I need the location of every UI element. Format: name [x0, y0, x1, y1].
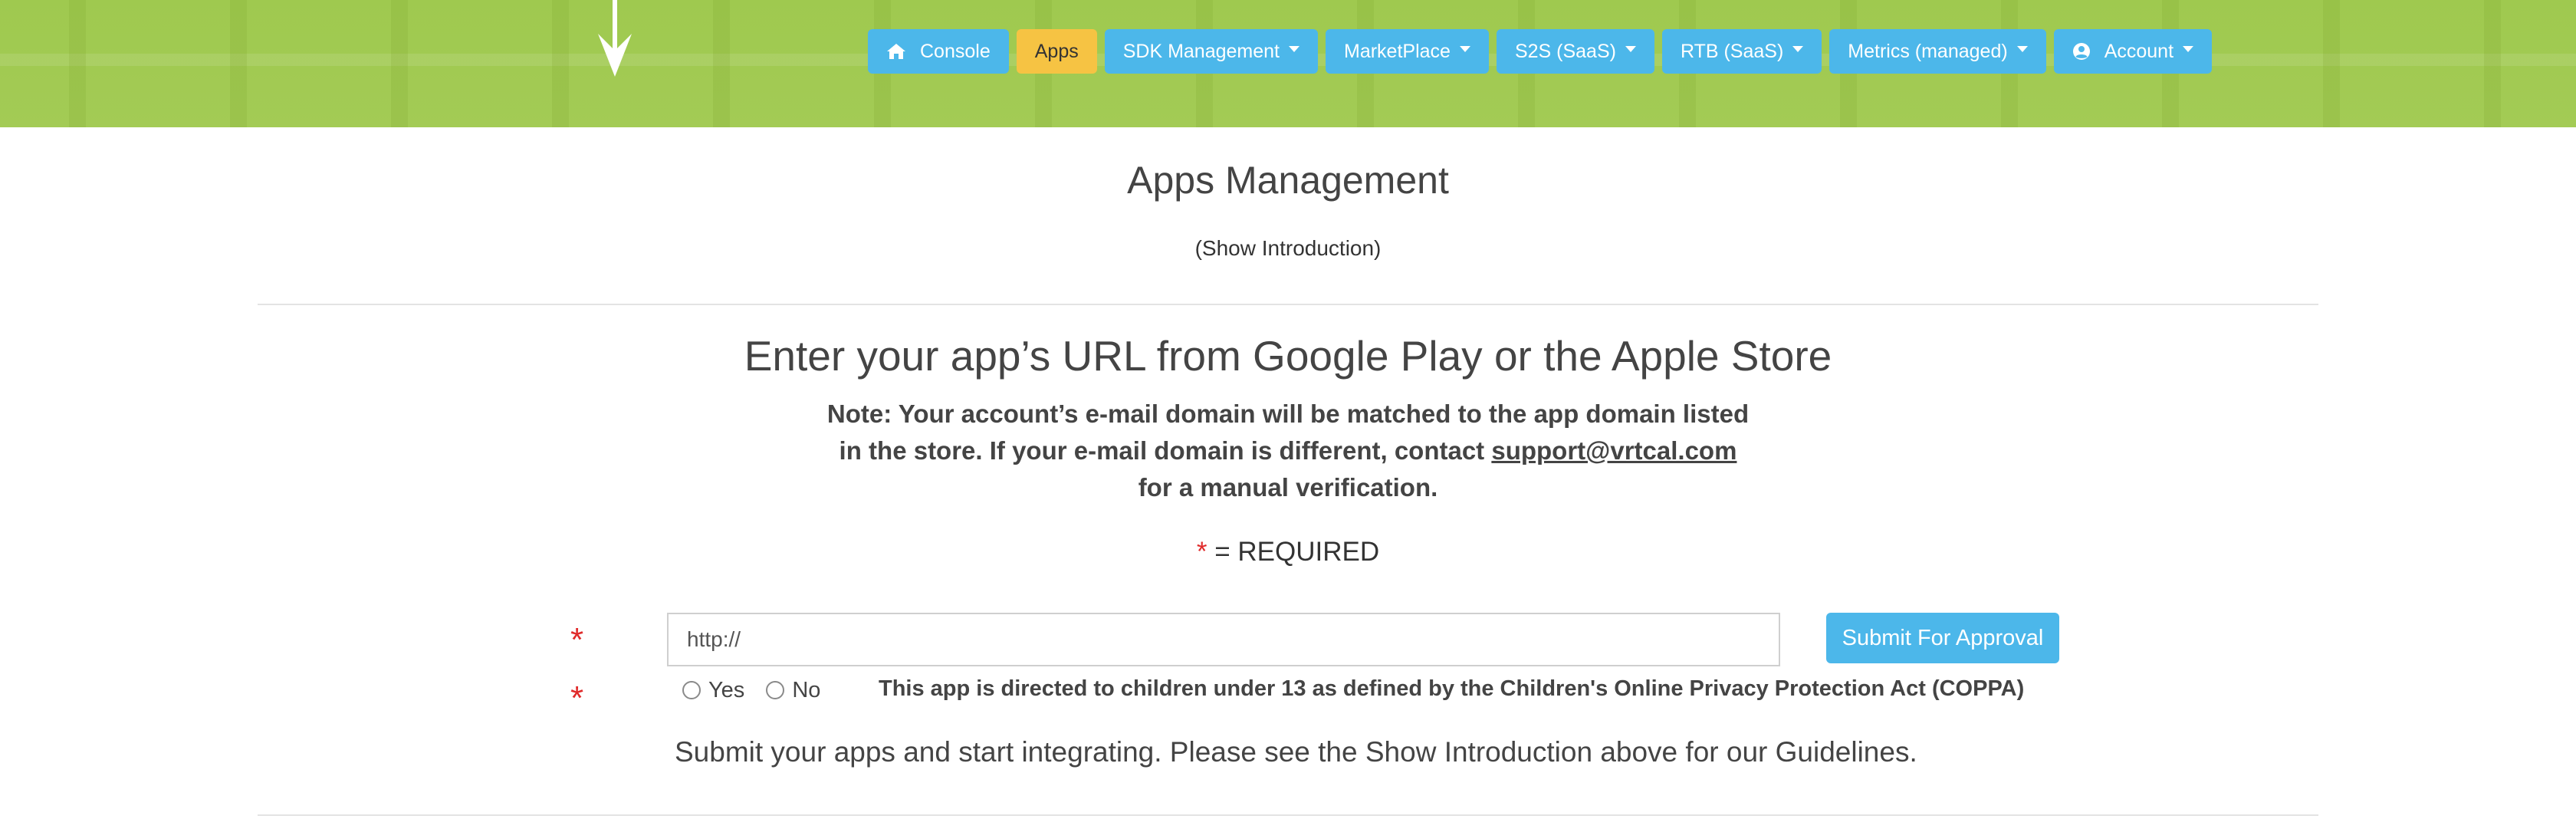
nav-rtb-label: RTB (SaaS): [1680, 40, 1784, 62]
coppa-yes-label[interactable]: Yes: [708, 678, 744, 703]
note-line-3: for a manual verification.: [1138, 473, 1438, 502]
coppa-yes-radio[interactable]: [682, 681, 701, 699]
nav-s2s-dropdown[interactable]: S2S (SaaS): [1496, 29, 1654, 74]
nav-metrics-label: Metrics (managed): [1848, 40, 2008, 62]
nav-console-button[interactable]: Console: [868, 29, 1009, 74]
domain-note: Note: Your account’s e-mail domain will …: [790, 396, 1786, 506]
nav-sdk-management-dropdown[interactable]: SDK Management: [1104, 29, 1318, 74]
required-text: = REQUIRED: [1207, 537, 1380, 567]
nav-marketplace-dropdown[interactable]: MarketPlace: [1326, 29, 1489, 74]
show-introduction-link[interactable]: (Show Introduction): [0, 236, 2576, 261]
logo-arrow-icon[interactable]: [592, 0, 638, 78]
user-circle-icon: [2072, 42, 2091, 61]
caret-down-icon: [1459, 46, 1470, 52]
divider: [258, 304, 2318, 305]
nav-apps-label: Apps: [1034, 40, 1079, 62]
submit-apps-message: Submit your apps and start integrating. …: [675, 736, 1917, 768]
coppa-no-label[interactable]: No: [792, 678, 820, 703]
coppa-required-star: *: [570, 679, 584, 717]
divider: [258, 814, 2318, 816]
home-icon: [886, 43, 906, 60]
support-email-link[interactable]: support@vrtcal.com: [1491, 436, 1737, 465]
site-header: Console Apps SDK Management MarketPlace …: [0, 0, 2576, 127]
note-line-2-text: in the store. If your e-mail domain is d…: [839, 436, 1492, 465]
required-star: *: [1196, 537, 1208, 567]
form-heading: Enter your app’s URL from Google Play or…: [744, 332, 1832, 380]
nav-metrics-dropdown[interactable]: Metrics (managed): [1829, 29, 2046, 74]
caret-down-icon: [1792, 46, 1804, 52]
caret-down-icon: [1289, 46, 1300, 52]
note-line-1: Note: Your account’s e-mail domain will …: [826, 400, 1750, 428]
note-line-2: in the store. If your e-mail domain is d…: [790, 433, 1786, 469]
nav-s2s-label: S2S (SaaS): [1514, 40, 1616, 62]
nav-apps-button[interactable]: Apps: [1016, 29, 1097, 74]
caret-down-icon: [1625, 46, 1636, 52]
coppa-no-radio[interactable]: [766, 681, 785, 699]
nav-account-label: Account: [2104, 40, 2174, 62]
required-legend: * = REQUIRED: [0, 537, 2576, 567]
url-required-star: *: [570, 621, 584, 659]
coppa-statement: This app is directed to children under 1…: [879, 676, 2025, 701]
nav-sdk-management-label: SDK Management: [1122, 40, 1280, 62]
nav-rtb-dropdown[interactable]: RTB (SaaS): [1661, 29, 1822, 74]
nav-account-dropdown[interactable]: Account: [2053, 29, 2213, 74]
main-nav: Console Apps SDK Management MarketPlace …: [868, 29, 2213, 74]
nav-console-label: Console: [920, 40, 991, 62]
submit-for-approval-button[interactable]: Submit For Approval: [1826, 613, 2059, 663]
app-url-input[interactable]: [667, 613, 1780, 666]
caret-down-icon: [2016, 46, 2028, 52]
nav-marketplace-label: MarketPlace: [1344, 40, 1451, 62]
caret-down-icon: [2183, 46, 2194, 52]
page-title: Apps Management: [1127, 159, 1449, 202]
coppa-radio-group: Yes No: [682, 675, 842, 706]
